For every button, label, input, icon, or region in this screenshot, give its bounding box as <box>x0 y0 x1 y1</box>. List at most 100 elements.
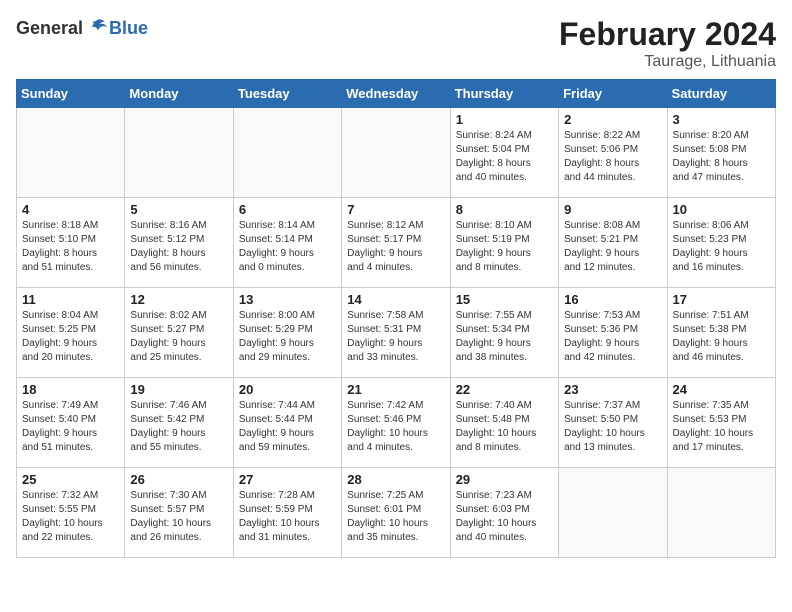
day-number: 6 <box>239 202 336 217</box>
day-number: 20 <box>239 382 336 397</box>
day-info: Sunrise: 8:22 AM Sunset: 5:06 PM Dayligh… <box>564 129 661 185</box>
calendar-cell: 23Sunrise: 7:37 AM Sunset: 5:50 PM Dayli… <box>559 378 667 468</box>
day-info: Sunrise: 8:00 AM Sunset: 5:29 PM Dayligh… <box>239 309 336 365</box>
day-number: 7 <box>347 202 444 217</box>
day-info: Sunrise: 7:51 AM Sunset: 5:38 PM Dayligh… <box>673 309 770 365</box>
calendar-cell: 22Sunrise: 7:40 AM Sunset: 5:48 PM Dayli… <box>450 378 558 468</box>
calendar-cell: 7 Sunrise: 8:12 AM Sunset: 5:17 PM Daylig… <box>342 198 450 288</box>
day-info: Sunrise: 7:23 AM Sunset: 6:03 PM Dayligh… <box>456 489 553 545</box>
calendar-cell: 27Sunrise: 7:28 AM Sunset: 5:59 PM Dayli… <box>233 468 341 558</box>
logo-bird-icon <box>85 16 109 40</box>
day-number: 17 <box>673 292 770 307</box>
calendar-cell: 9 Sunrise: 8:08 AM Sunset: 5:21 PM Daylig… <box>559 198 667 288</box>
day-info: Sunrise: 8:10 AM Sunset: 5:19 PM Dayligh… <box>456 219 553 275</box>
day-info: Sunrise: 7:53 AM Sunset: 5:36 PM Dayligh… <box>564 309 661 365</box>
calendar-week-3: 11Sunrise: 8:04 AM Sunset: 5:25 PM Dayli… <box>17 288 776 378</box>
calendar-cell: 3 Sunrise: 8:20 AM Sunset: 5:08 PM Daylig… <box>667 108 775 198</box>
calendar-table: SundayMondayTuesdayWednesdayThursdayFrid… <box>16 79 776 558</box>
title-block: February 2024 Taurage, Lithuania <box>559 16 776 71</box>
calendar-cell: 15 Sunrise: 7:55 AM Sunset: 5:34 PM Dayli… <box>450 288 558 378</box>
day-number: 5 <box>130 202 227 217</box>
day-number: 11 <box>22 292 119 307</box>
calendar-cell <box>559 468 667 558</box>
day-number: 28 <box>347 472 444 487</box>
day-info: Sunrise: 8:08 AM Sunset: 5:21 PM Dayligh… <box>564 219 661 275</box>
weekday-header-monday: Monday <box>125 80 233 108</box>
day-number: 27 <box>239 472 336 487</box>
calendar-cell: 19 Sunrise: 7:46 AM Sunset: 5:42 PM Dayli… <box>125 378 233 468</box>
calendar-week-5: 25Sunrise: 7:32 AM Sunset: 5:55 PM Dayli… <box>17 468 776 558</box>
day-number: 16 <box>564 292 661 307</box>
day-info: Sunrise: 7:55 AM Sunset: 5:34 PM Dayligh… <box>456 309 553 365</box>
day-info: Sunrise: 8:02 AM Sunset: 5:27 PM Dayligh… <box>130 309 227 365</box>
day-info: Sunrise: 8:16 AM Sunset: 5:12 PM Dayligh… <box>130 219 227 275</box>
calendar-cell: 4 Sunrise: 8:18 AM Sunset: 5:10 PM Daylig… <box>17 198 125 288</box>
logo-general-text: General <box>16 18 83 39</box>
calendar-week-4: 18Sunrise: 7:49 AM Sunset: 5:40 PM Dayli… <box>17 378 776 468</box>
day-info: Sunrise: 7:25 AM Sunset: 6:01 PM Dayligh… <box>347 489 444 545</box>
calendar-cell: 6 Sunrise: 8:14 AM Sunset: 5:14 PM Daylig… <box>233 198 341 288</box>
day-number: 19 <box>130 382 227 397</box>
day-number: 26 <box>130 472 227 487</box>
day-number: 1 <box>456 112 553 127</box>
calendar-cell: 17 Sunrise: 7:51 AM Sunset: 5:38 PM Dayli… <box>667 288 775 378</box>
calendar-cell <box>125 108 233 198</box>
calendar-cell: 16 Sunrise: 7:53 AM Sunset: 5:36 PM Dayli… <box>559 288 667 378</box>
calendar-cell: 28 Sunrise: 7:25 AM Sunset: 6:01 PM Dayli… <box>342 468 450 558</box>
day-info: Sunrise: 8:06 AM Sunset: 5:23 PM Dayligh… <box>673 219 770 275</box>
location-subtitle: Taurage, Lithuania <box>559 53 776 71</box>
day-info: Sunrise: 7:44 AM Sunset: 5:44 PM Dayligh… <box>239 399 336 455</box>
calendar-cell: 1 Sunrise: 8:24 AM Sunset: 5:04 PM Daylig… <box>450 108 558 198</box>
calendar-cell <box>667 468 775 558</box>
calendar-week-2: 4 Sunrise: 8:18 AM Sunset: 5:10 PM Daylig… <box>17 198 776 288</box>
day-info: Sunrise: 7:46 AM Sunset: 5:42 PM Dayligh… <box>130 399 227 455</box>
day-number: 14 <box>347 292 444 307</box>
day-number: 3 <box>673 112 770 127</box>
day-info: Sunrise: 7:35 AM Sunset: 5:53 PM Dayligh… <box>673 399 770 455</box>
calendar-cell: 2 Sunrise: 8:22 AM Sunset: 5:06 PM Daylig… <box>559 108 667 198</box>
day-number: 13 <box>239 292 336 307</box>
calendar-cell: 13 Sunrise: 8:00 AM Sunset: 5:29 PM Dayli… <box>233 288 341 378</box>
day-number: 4 <box>22 202 119 217</box>
calendar-cell: 5 Sunrise: 8:16 AM Sunset: 5:12 PM Daylig… <box>125 198 233 288</box>
day-number: 21 <box>347 382 444 397</box>
calendar-cell: 25Sunrise: 7:32 AM Sunset: 5:55 PM Dayli… <box>17 468 125 558</box>
calendar-cell: 29 Sunrise: 7:23 AM Sunset: 6:03 PM Dayli… <box>450 468 558 558</box>
weekday-header-sunday: Sunday <box>17 80 125 108</box>
page-header: General Blue February 2024 Taurage, Lith… <box>16 16 776 71</box>
calendar-cell <box>233 108 341 198</box>
month-title: February 2024 <box>559 16 776 53</box>
weekday-header-tuesday: Tuesday <box>233 80 341 108</box>
day-number: 9 <box>564 202 661 217</box>
weekday-header-saturday: Saturday <box>667 80 775 108</box>
day-number: 25 <box>22 472 119 487</box>
calendar-cell: 12 Sunrise: 8:02 AM Sunset: 5:27 PM Dayli… <box>125 288 233 378</box>
weekday-header-wednesday: Wednesday <box>342 80 450 108</box>
calendar-cell: 8Sunrise: 8:10 AM Sunset: 5:19 PM Daylig… <box>450 198 558 288</box>
day-number: 10 <box>673 202 770 217</box>
weekday-header-friday: Friday <box>559 80 667 108</box>
day-info: Sunrise: 7:40 AM Sunset: 5:48 PM Dayligh… <box>456 399 553 455</box>
calendar-cell: 24 Sunrise: 7:35 AM Sunset: 5:53 PM Dayli… <box>667 378 775 468</box>
logo-blue-text: Blue <box>109 18 148 39</box>
day-number: 12 <box>130 292 227 307</box>
calendar-cell: 11Sunrise: 8:04 AM Sunset: 5:25 PM Dayli… <box>17 288 125 378</box>
day-number: 29 <box>456 472 553 487</box>
day-number: 24 <box>673 382 770 397</box>
day-number: 2 <box>564 112 661 127</box>
calendar-cell: 18Sunrise: 7:49 AM Sunset: 5:40 PM Dayli… <box>17 378 125 468</box>
calendar-cell <box>17 108 125 198</box>
day-number: 23 <box>564 382 661 397</box>
day-info: Sunrise: 7:49 AM Sunset: 5:40 PM Dayligh… <box>22 399 119 455</box>
calendar-week-1: 1 Sunrise: 8:24 AM Sunset: 5:04 PM Daylig… <box>17 108 776 198</box>
weekday-header-row: SundayMondayTuesdayWednesdayThursdayFrid… <box>17 80 776 108</box>
day-info: Sunrise: 7:58 AM Sunset: 5:31 PM Dayligh… <box>347 309 444 365</box>
day-info: Sunrise: 8:24 AM Sunset: 5:04 PM Dayligh… <box>456 129 553 185</box>
day-info: Sunrise: 8:18 AM Sunset: 5:10 PM Dayligh… <box>22 219 119 275</box>
day-number: 15 <box>456 292 553 307</box>
day-info: Sunrise: 8:12 AM Sunset: 5:17 PM Dayligh… <box>347 219 444 275</box>
calendar-cell: 14 Sunrise: 7:58 AM Sunset: 5:31 PM Dayli… <box>342 288 450 378</box>
day-info: Sunrise: 8:20 AM Sunset: 5:08 PM Dayligh… <box>673 129 770 185</box>
day-info: Sunrise: 8:14 AM Sunset: 5:14 PM Dayligh… <box>239 219 336 275</box>
calendar-cell: 26Sunrise: 7:30 AM Sunset: 5:57 PM Dayli… <box>125 468 233 558</box>
